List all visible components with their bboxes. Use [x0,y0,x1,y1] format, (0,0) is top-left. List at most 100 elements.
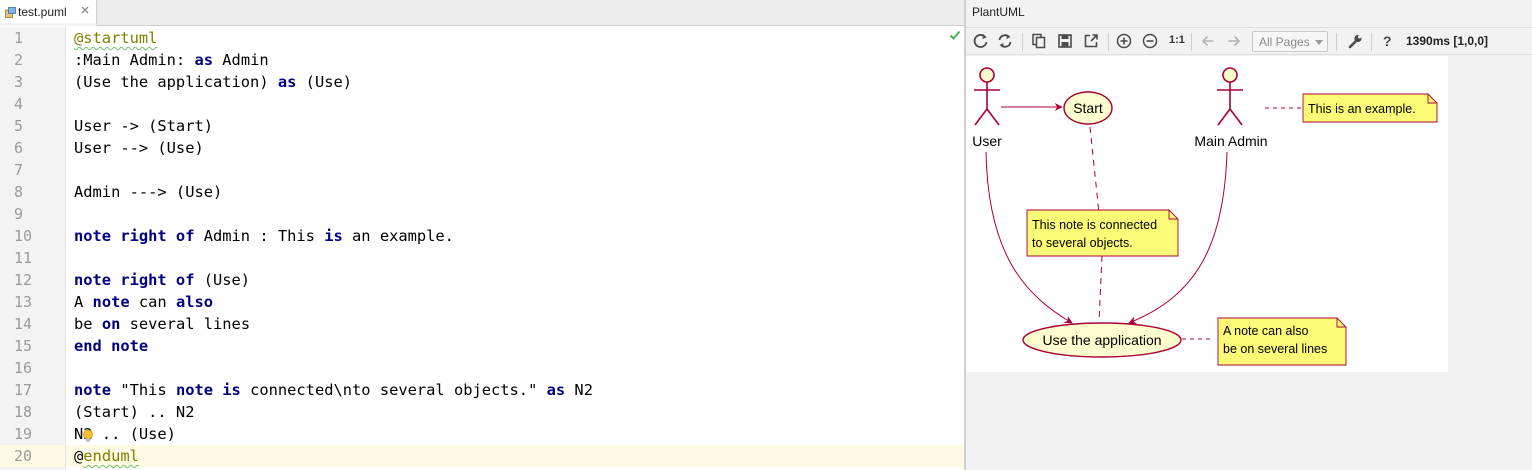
note-use-line-2: be on several lines [1223,342,1327,356]
zoom-out-icon[interactable] [1141,32,1159,50]
code-line[interactable]: end note [66,335,964,357]
gutter-line: 9 [0,203,65,225]
code-line[interactable] [66,247,964,269]
open-external-icon[interactable] [1082,32,1100,50]
gutter-line: 16 [0,357,65,379]
note-connected[interactable]: This note is connected to several object… [1026,209,1179,257]
toolbar-separator [1336,33,1337,51]
pages-select-value: All Pages [1259,35,1310,49]
code-line[interactable]: note right of (Use) [66,269,964,291]
note-connected-line-2: to several objects. [1032,236,1133,250]
help-icon[interactable]: ? [1378,32,1396,50]
code-line[interactable]: User -> (Start) [66,115,964,137]
note-use-line-1: A note can also [1223,324,1309,338]
code-line-text: note right of (Use) [74,271,251,289]
line-number: 19 [14,425,33,443]
code-line-text: end note [74,337,149,355]
code-line[interactable]: :Main Admin: as Admin [66,49,964,71]
gutter-line: 14 [0,313,65,335]
render-timing: 1390ms [1,0,0] [1406,34,1489,48]
code-line[interactable]: be on several lines [66,313,964,335]
code-line-text: @startuml [74,29,158,47]
note-connected-line-1: This note is connected [1032,218,1157,232]
line-number: 17 [14,381,33,399]
gutter-line: 13 [0,291,65,313]
note-admin[interactable]: This is an example. [1302,93,1438,123]
code-line[interactable]: note right of Admin : This is an example… [66,225,964,247]
line-number: 13 [14,293,33,311]
code-line-text: A note can also [74,293,214,311]
diagram-canvas[interactable]: User Main Admin Start Use the applicatio… [966,56,1448,372]
save-icon[interactable] [1056,32,1074,50]
pages-select[interactable]: All Pages [1252,31,1328,52]
line-number: 5 [14,117,24,135]
inspection-ok-icon[interactable] [949,29,961,41]
zoom-in-icon[interactable] [1115,32,1133,50]
settings-wrench-icon[interactable] [1346,32,1364,50]
gutter-line: 1 [0,27,65,49]
line-number: 7 [14,161,24,179]
code-line[interactable]: N2 .. (Use) [66,423,964,445]
gutter-line: 18 [0,401,65,423]
actor-main-admin-label: Main Admin [1194,133,1267,149]
gutter-line: 4 [0,93,65,115]
code-line[interactable] [66,159,964,181]
gutter-line: 11 [0,247,65,269]
code-line[interactable]: A note can also [66,291,964,313]
next-page-icon[interactable] [1225,32,1243,50]
gutter-line: 3 [0,71,65,93]
code-line[interactable]: @startuml [66,27,964,49]
toolbar-separator [1371,33,1372,51]
previous-page-icon[interactable] [1199,32,1217,50]
code-line-text: (Use the application) as (Use) [74,73,353,91]
actor-user[interactable]: User [972,67,1002,149]
code-line-text: :Main Admin: as Admin [74,51,269,69]
usecase-use-the-application[interactable]: Use the application [1022,322,1182,358]
code-line[interactable]: User --> (Use) [66,137,964,159]
line-number: 2 [14,51,24,69]
reload-icon[interactable] [996,32,1014,50]
line-number: 8 [14,183,24,201]
code-line[interactable]: Admin ---> (Use) [66,181,964,203]
line-number: 10 [14,227,33,245]
code-line[interactable] [66,203,964,225]
actor-main-admin[interactable]: Main Admin [1194,67,1268,149]
plantuml-toolbar: 1:1 All Pages ? 1390ms [1,0,0] [966,27,1532,55]
code-line[interactable]: note "This note is connected\nto several… [66,379,964,401]
gutter-line: 7 [0,159,65,181]
dashed-start-note [1089,126,1100,214]
copy-icon[interactable] [1030,32,1048,50]
panel-title: PlantUML [972,5,1025,19]
line-number: 15 [14,337,33,355]
code-line-text: @enduml [74,447,139,465]
gutter-line: 8 [0,181,65,203]
usecase-start-label: Start [1073,100,1103,116]
refresh-icon[interactable] [972,32,990,50]
usecase-diagram: User Main Admin Start Use the applicatio… [972,67,1438,366]
note-use[interactable]: A note can also be on several lines [1217,317,1347,366]
gutter-line: 10 [0,225,65,247]
code-line[interactable]: @enduml [66,445,964,467]
code-line[interactable]: (Use the application) as (Use) [66,71,964,93]
editor-tab-bar: test.puml [0,0,964,26]
code-area[interactable]: @startuml :Main Admin: as Admin (Use the a… [66,27,964,470]
code-line-text: User -> (Start) [74,117,213,135]
zoom-reset-button[interactable]: 1:1 [1169,34,1185,46]
code-line-text: be on several lines [74,315,251,333]
line-number: 6 [14,139,24,157]
usecase-start[interactable]: Start [1063,91,1113,125]
gutter-line: 6 [0,137,65,159]
gutter-line: 5 [0,115,65,137]
code-line-text: note "This note is connected\nto several… [74,381,593,399]
puml-file-icon [5,7,16,18]
tab-test-puml[interactable]: test.puml [0,0,97,26]
code-line[interactable] [66,93,964,115]
code-line[interactable] [66,357,964,379]
code-line[interactable]: (Start) .. N2 [66,401,964,423]
gutter-line: 2 [0,49,65,71]
lightbulb-icon[interactable] [82,429,94,443]
plantuml-panel: PlantUML 1:1 All Pages ? 1390ms [1,0,0] … [966,0,1532,470]
code-editor[interactable]: test.puml 1 2 3 4 5 6 7 8 9 10 11 12 13 14 15 16 17 18 19 2… [0,0,964,470]
toolbar-separator [1191,33,1192,51]
close-icon[interactable] [80,5,90,15]
